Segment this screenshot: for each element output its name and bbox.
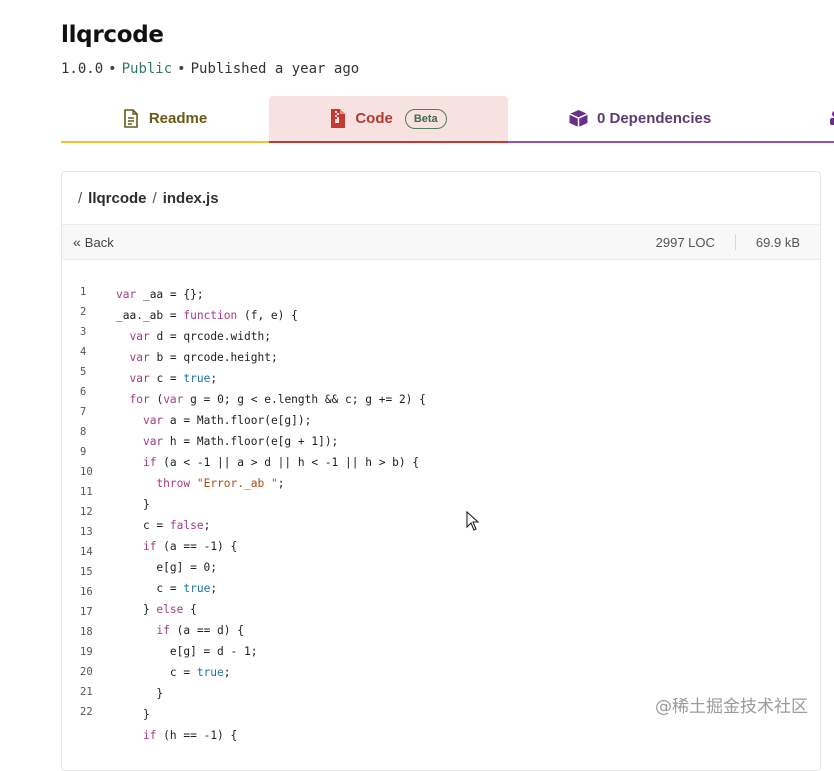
line-number: 2 xyxy=(80,306,87,318)
breadcrumb-separator: / xyxy=(152,189,157,207)
line-number: 4 xyxy=(80,346,87,358)
lines-of-code: 2997 LOC xyxy=(655,234,715,250)
tab-dependencies-label: 0 Dependencies xyxy=(597,110,712,127)
code-text: if (a < -1 || a > d || h < -1 || h > b) … xyxy=(142,456,420,469)
beta-badge: Beta xyxy=(404,108,447,129)
code-text: var d = qrcode.width; xyxy=(129,330,271,343)
file-size: 69.9 kB xyxy=(755,234,800,250)
stats-divider xyxy=(734,234,736,250)
mouse-cursor-icon xyxy=(466,510,480,536)
code-text: e[g] = d - 1; xyxy=(116,645,258,658)
package-version: 1.0.0 xyxy=(61,61,104,77)
code-text: c = true; xyxy=(116,582,218,595)
back-button[interactable]: « Back xyxy=(73,234,114,250)
code-text: } xyxy=(116,708,150,721)
code-text: var a = Math.floor(e[g]); xyxy=(142,414,312,427)
line-number: 14 xyxy=(80,546,93,558)
line-number: 9 xyxy=(80,446,87,458)
line-number: 18 xyxy=(80,626,93,638)
code-text: var c = true; xyxy=(129,372,218,385)
tab-dependencies[interactable]: 0 Dependencies xyxy=(508,96,834,143)
dependents-icon[interactable] xyxy=(827,109,834,133)
line-number: 11 xyxy=(80,486,93,498)
code-text: _aa._ab = function (f, e) { xyxy=(116,309,298,322)
file-stats: 2997 LOC 69.9 kB xyxy=(656,234,800,250)
tab-code-label: Code xyxy=(355,110,393,127)
code-text: var h = Math.floor(e[g + 1]); xyxy=(142,435,339,448)
line-number: 5 xyxy=(80,366,87,378)
file-toolbar: « Back 2997 LOC 69.9 kB xyxy=(62,225,820,260)
meta-bullet: • xyxy=(108,61,117,77)
package-title: llqrcode xyxy=(61,22,164,48)
code-text: if (a == -1) { xyxy=(142,540,238,553)
visibility-label: Public xyxy=(121,61,173,77)
code-text: if (a == d) { xyxy=(156,624,244,637)
code-text: e[g] = 0; xyxy=(116,561,218,574)
line-number: 20 xyxy=(80,666,93,678)
watermark: @稀土掘金技术社区 xyxy=(655,697,808,717)
readme-icon xyxy=(123,109,139,128)
code-text: if (h == -1) { xyxy=(142,729,238,742)
breadcrumb: / llqrcode / index.js xyxy=(62,172,820,225)
breadcrumb-package-link[interactable]: llqrcode xyxy=(88,190,146,207)
tab-readme[interactable]: Readme xyxy=(61,96,269,143)
line-number: 19 xyxy=(80,646,93,658)
meta-bullet: • xyxy=(177,61,186,77)
tab-readme-label: Readme xyxy=(148,110,208,127)
code-text: c = true; xyxy=(116,666,231,679)
file-zip-icon xyxy=(330,109,346,128)
line-number: 12 xyxy=(80,506,93,518)
line-number: 16 xyxy=(80,586,93,598)
code-text: } xyxy=(116,687,164,700)
line-number: 13 xyxy=(80,526,93,538)
tab-code[interactable]: Code Beta xyxy=(269,96,508,143)
line-number: 6 xyxy=(80,386,87,398)
breadcrumb-file: index.js xyxy=(162,189,219,207)
code-text: var b = qrcode.height; xyxy=(129,351,278,364)
code-text: } xyxy=(116,498,150,511)
line-number: 15 xyxy=(80,566,93,578)
code-panel: / llqrcode / index.js « Back 2997 LOC 69… xyxy=(61,171,821,771)
line-number: 10 xyxy=(80,466,93,478)
code-text: for (var g = 0; g < e.length && c; g += … xyxy=(129,393,426,406)
box-icon xyxy=(568,109,589,128)
code-text: c = false; xyxy=(116,519,211,532)
line-number: 8 xyxy=(80,426,87,438)
line-number: 7 xyxy=(80,406,87,418)
double-chevron-left-icon: « xyxy=(73,234,81,250)
line-number: 3 xyxy=(80,326,87,338)
code-text: } else { xyxy=(116,603,197,616)
package-tabs: Readme Code Beta 0 Dependencies xyxy=(61,96,834,143)
code-line: 22 if (h == -1) { xyxy=(62,286,820,742)
code-text: throw "Error._ab "; xyxy=(156,477,285,490)
line-number: 22 xyxy=(80,706,93,718)
published-date: Published a year ago xyxy=(190,61,360,77)
back-label: Back xyxy=(84,234,114,250)
line-number: 17 xyxy=(80,606,93,618)
line-number: 21 xyxy=(80,686,93,698)
package-meta: 1.0.0 • Public • Published a year ago xyxy=(61,61,359,77)
breadcrumb-separator: / xyxy=(78,189,83,207)
